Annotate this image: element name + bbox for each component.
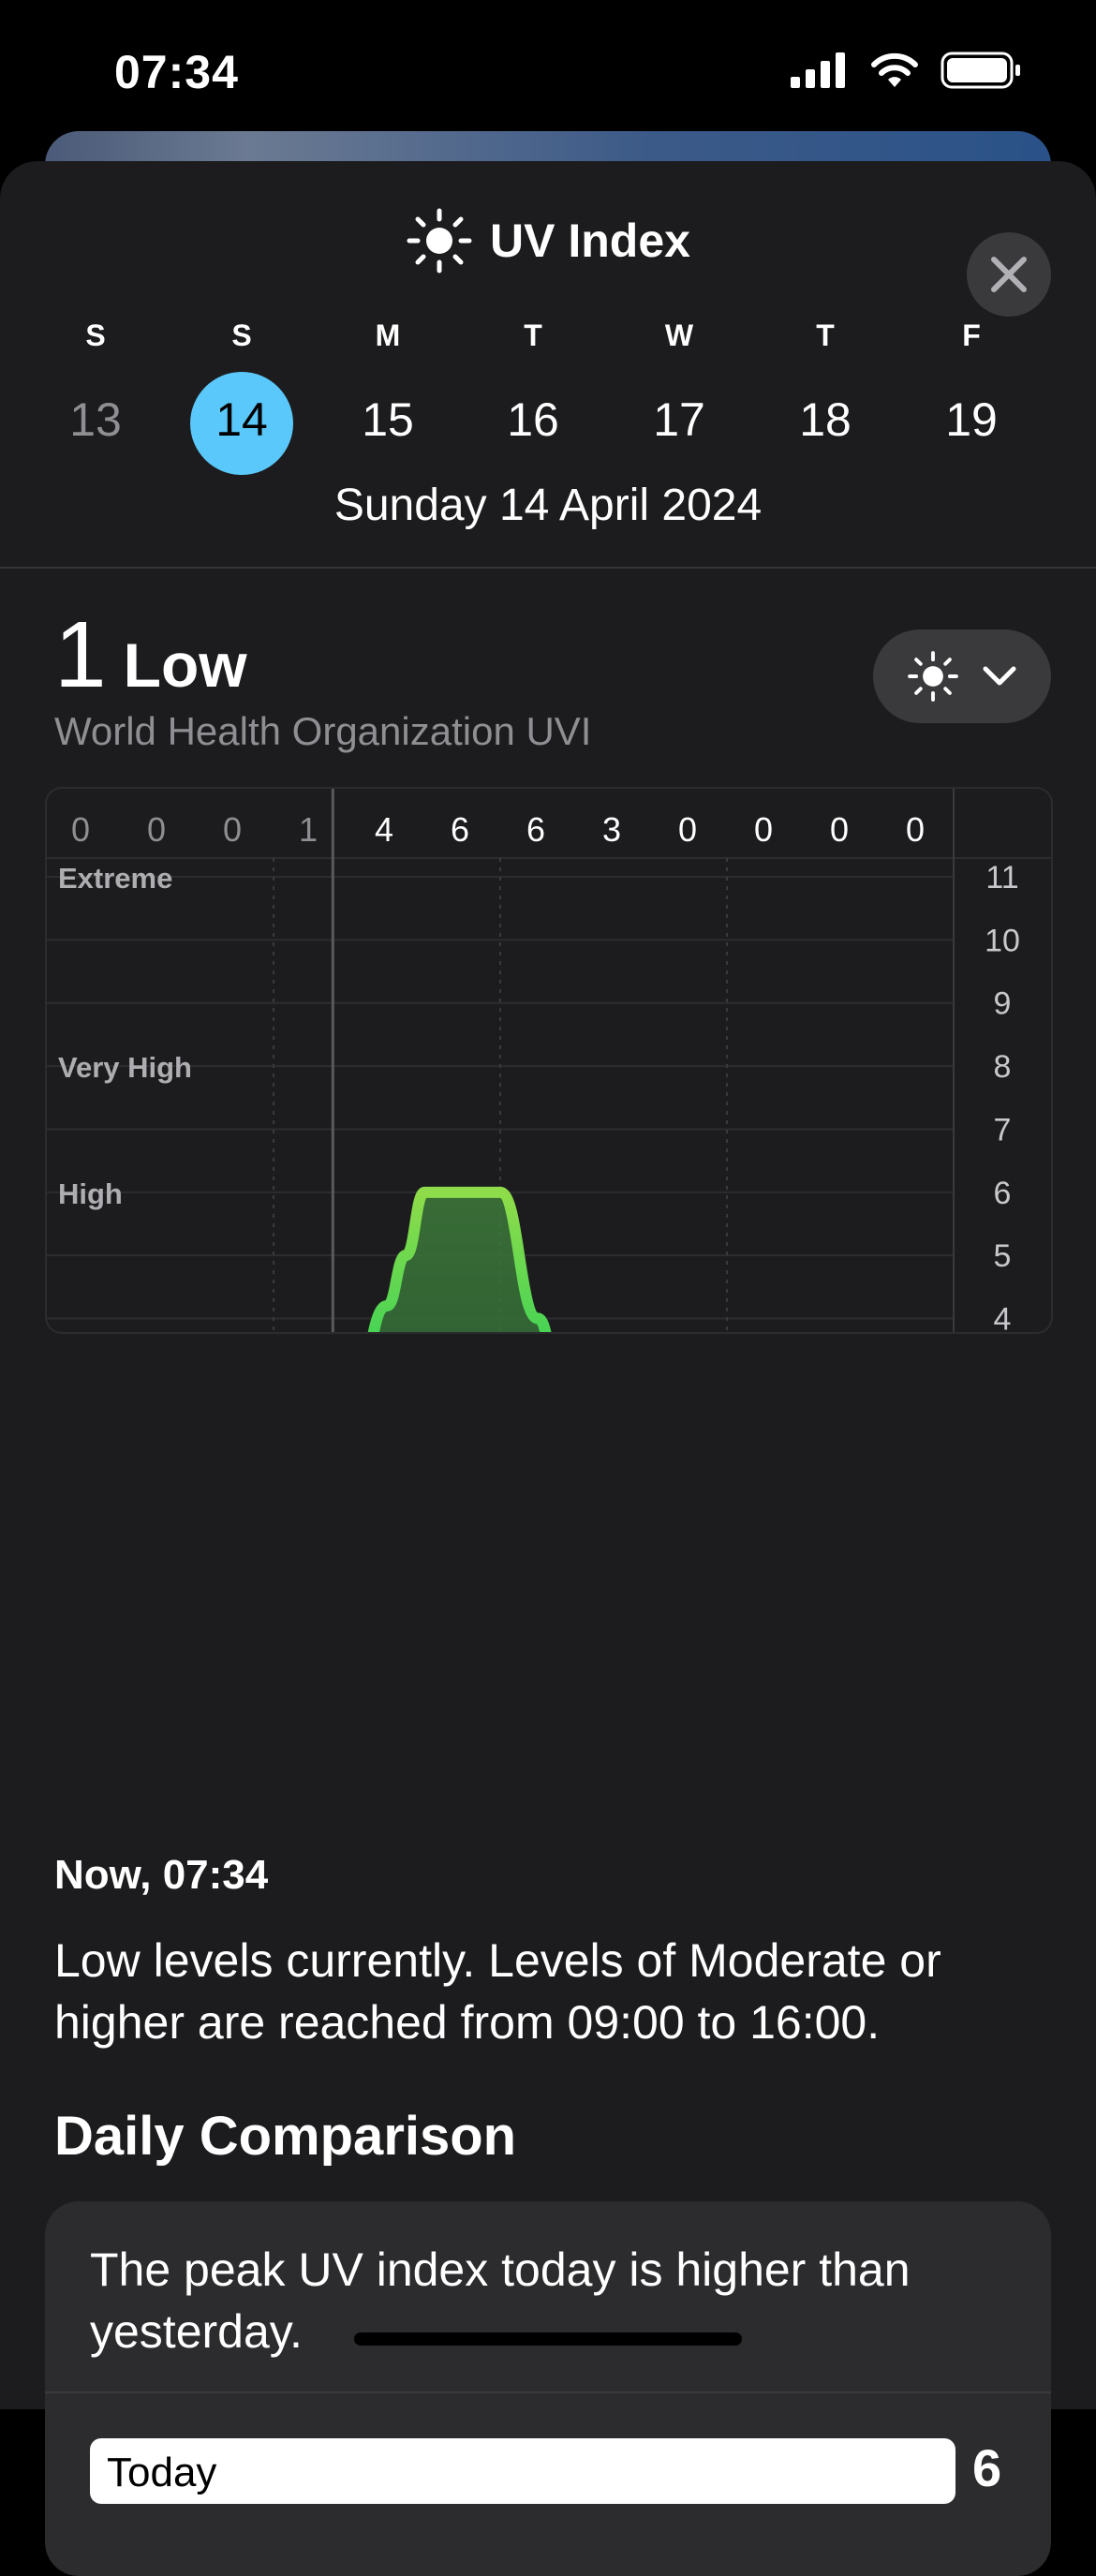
- y-tick-label: 10: [985, 923, 1020, 958]
- weekday-label: F: [962, 318, 981, 352]
- weekday-label: S: [231, 318, 252, 352]
- weekday-label: T: [524, 318, 542, 352]
- y-tick-label: 6: [994, 1176, 1012, 1211]
- hourly-uv-label: 1: [299, 810, 318, 849]
- uv-category-label: Extreme: [58, 862, 172, 895]
- y-tick-label: 5: [994, 1238, 1012, 1274]
- status-bar: 07:34: [0, 0, 1096, 141]
- hourly-uv-label: 6: [526, 810, 545, 849]
- hourly-uv-label: 0: [678, 810, 697, 849]
- hourly-uv-label: 0: [830, 810, 849, 849]
- current-uv-value: 1: [54, 602, 107, 707]
- weekday-label: T: [816, 318, 835, 352]
- date-19[interactable]: 19: [915, 392, 1028, 447]
- weekday-label: M: [375, 318, 401, 352]
- daily-comparison-title: Daily Comparison: [54, 2106, 517, 2167]
- card-divider: [45, 2391, 1051, 2393]
- now-title: Now, 07:34: [54, 1852, 269, 1898]
- hourly-uv-label: 0: [906, 810, 925, 849]
- uv-index-sheet: UV Index S S M T W T F 13 14 15 16 17 18…: [0, 161, 1096, 2576]
- selected-date-full: Sunday 14 April 2024: [333, 481, 763, 530]
- battery-icon: [940, 52, 1020, 89]
- wifi-icon: [871, 52, 918, 87]
- uv-category-label: High: [58, 1177, 123, 1210]
- sun-icon: [908, 651, 958, 702]
- y-tick-label: 7: [994, 1112, 1012, 1147]
- header-divider: [0, 567, 1096, 569]
- hourly-uv-label: 3: [602, 810, 621, 849]
- weekday-row: S S M T W T F: [0, 318, 1096, 365]
- status-time: 07:34: [114, 46, 239, 98]
- sheet-header: UV Index: [0, 199, 1096, 317]
- chevron-down-icon: [983, 666, 1016, 686]
- hourly-uv-label: 0: [754, 810, 773, 849]
- close-button[interactable]: [967, 232, 1051, 317]
- header-title: UV Index: [406, 207, 690, 274]
- close-icon: [991, 257, 1027, 292]
- hourly-uv-label: 0: [147, 810, 166, 849]
- date-row: 13 14 15 16 17 18 19: [0, 372, 1096, 475]
- weekday-label: W: [664, 318, 694, 352]
- home-indicator: [354, 2332, 742, 2346]
- date-13[interactable]: 13: [39, 392, 152, 447]
- uv-chart-svg: 00014663000011109876543210ExtremeVery Hi…: [47, 789, 1051, 1332]
- date-16[interactable]: 16: [477, 392, 589, 447]
- y-tick-label: 9: [994, 986, 1012, 1022]
- uv-source-label: World Health Organization UVI: [54, 709, 592, 753]
- hourly-uv-label: 0: [223, 810, 242, 849]
- current-uv-level: Low: [123, 630, 247, 700]
- date-18[interactable]: 18: [769, 392, 881, 447]
- now-description: Low levels currently. Levels of Moderate…: [54, 1934, 941, 2049]
- uv-category-label: Very High: [58, 1051, 192, 1084]
- hourly-uv-label: 4: [375, 810, 393, 849]
- hourly-uv-label: 6: [451, 810, 469, 849]
- today-bar: Today: [90, 2438, 955, 2504]
- hourly-uv-label: 0: [71, 810, 90, 849]
- status-icons: [791, 52, 1021, 89]
- date-17[interactable]: 17: [623, 392, 735, 447]
- title-label: UV Index: [490, 215, 690, 267]
- uv-chart[interactable]: 00014663000011109876543210ExtremeVery Hi…: [45, 787, 1053, 1334]
- sun-icon: [407, 208, 472, 274]
- current-uv: 1 Low: [54, 601, 247, 709]
- daily-comparison-card: The peak UV index today is higher than y…: [45, 2201, 1051, 2576]
- today-bar-value: 6: [972, 2438, 1002, 2497]
- y-tick-label: 4: [994, 1302, 1012, 1332]
- weekday-label: S: [85, 318, 106, 352]
- date-15[interactable]: 15: [332, 392, 444, 447]
- scale-menu-button[interactable]: [873, 629, 1051, 723]
- y-tick-label: 11: [985, 860, 1018, 896]
- today-bar-label: Today: [107, 2450, 217, 2495]
- uv-area-fill: [373, 1192, 546, 1332]
- y-tick-label: 8: [994, 1049, 1012, 1085]
- cellular-signal-icon: [791, 52, 845, 88]
- date-14-selected[interactable]: 14: [185, 392, 298, 447]
